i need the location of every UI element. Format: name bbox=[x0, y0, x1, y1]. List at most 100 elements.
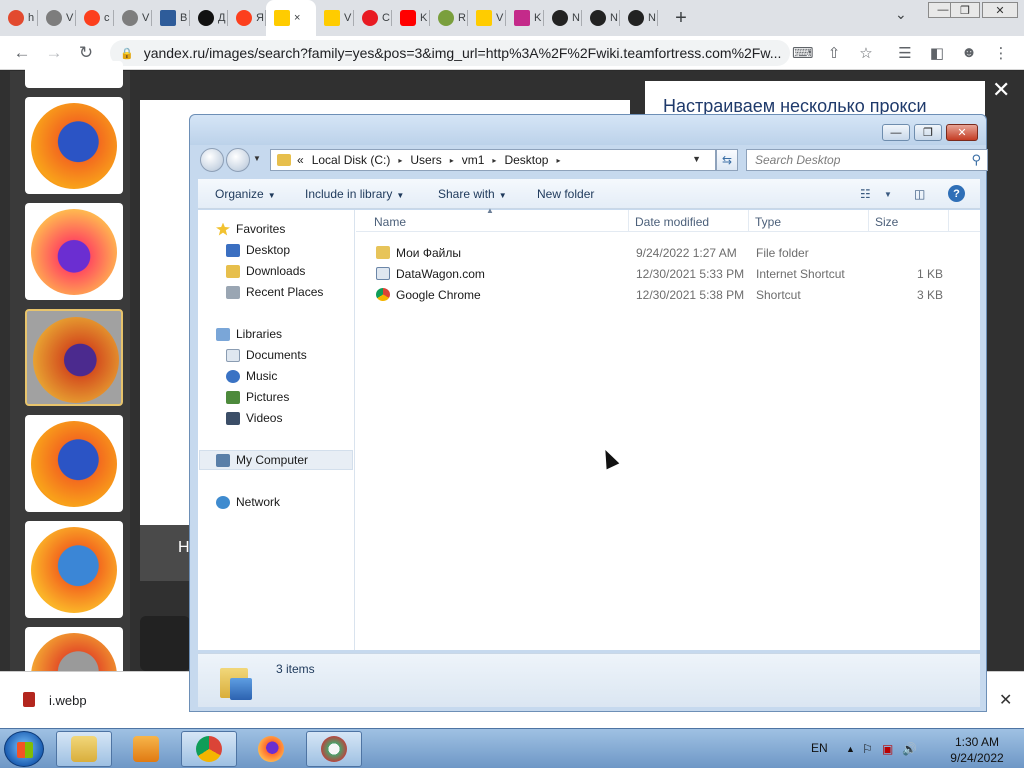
image-thumbnail[interactable] bbox=[25, 415, 123, 512]
start-button[interactable] bbox=[4, 731, 44, 767]
browser-tab[interactable]: h bbox=[0, 0, 38, 36]
reload-button[interactable]: ↻ bbox=[70, 43, 102, 63]
forward-arrow-icon[interactable] bbox=[226, 148, 250, 172]
browser-tab[interactable]: R bbox=[430, 0, 468, 36]
column-type[interactable]: Type bbox=[755, 215, 781, 229]
action-center-icon[interactable]: ⚐ bbox=[862, 742, 873, 756]
show-hidden-icons-icon[interactable]: ▲ bbox=[846, 744, 855, 754]
share-icon[interactable]: ⇧ bbox=[824, 44, 844, 62]
image-thumbnail[interactable] bbox=[25, 61, 123, 88]
browser-tab[interactable]: V bbox=[38, 0, 76, 36]
refresh-icon[interactable]: ⇆ bbox=[716, 149, 738, 171]
browser-tab[interactable]: N bbox=[544, 0, 582, 36]
breadcrumb-separator-icon[interactable]: ▸ bbox=[450, 156, 454, 165]
taskbar-explorer-button[interactable] bbox=[56, 731, 112, 767]
column-divider[interactable] bbox=[868, 210, 869, 232]
back-button[interactable]: ← bbox=[6, 43, 38, 63]
tab-search-button[interactable]: ⌄ bbox=[895, 6, 907, 23]
more-menu-icon[interactable]: ⋮ bbox=[991, 44, 1011, 62]
browser-tab-active[interactable]: × bbox=[266, 0, 316, 36]
image-thumbnail[interactable] bbox=[25, 203, 123, 300]
browser-tab[interactable]: B bbox=[152, 0, 190, 36]
nav-libraries[interactable]: Libraries bbox=[216, 324, 282, 344]
column-size[interactable]: Size bbox=[875, 215, 898, 229]
network-status-icon[interactable]: ▣ bbox=[882, 742, 893, 756]
nav-favorites[interactable]: Favorites bbox=[216, 219, 285, 239]
back-arrow-icon[interactable] bbox=[200, 148, 224, 172]
browser-tab[interactable]: Д bbox=[190, 0, 228, 36]
nav-pictures[interactable]: Pictures bbox=[226, 387, 289, 407]
window-close-button[interactable]: ✕ bbox=[946, 124, 978, 141]
profile-avatar-icon[interactable]: ☻ bbox=[959, 44, 979, 61]
browser-tab[interactable]: K bbox=[392, 0, 430, 36]
breadcrumb-desktop[interactable]: Desktop bbox=[504, 153, 548, 167]
share-with-button[interactable]: Share with ▼ bbox=[438, 187, 507, 201]
help-icon[interactable]: ? bbox=[948, 185, 965, 202]
nav-my-computer[interactable]: My Computer bbox=[199, 450, 353, 470]
taskbar-chrome-button[interactable] bbox=[181, 731, 237, 767]
browser-tab[interactable]: N bbox=[620, 0, 658, 36]
browser-tab[interactable]: Я bbox=[228, 0, 266, 36]
search-icon[interactable]: ⚲ bbox=[971, 152, 981, 168]
preview-pane-icon[interactable]: ◫ bbox=[914, 187, 925, 201]
browser-maximize-button[interactable]: ❐ bbox=[950, 2, 980, 18]
organize-button[interactable]: Organize ▼ bbox=[215, 187, 276, 201]
column-divider[interactable] bbox=[628, 210, 629, 232]
file-row[interactable]: Мои Файлы 9/24/2022 1:27 AM File folder bbox=[356, 242, 980, 263]
browser-close-button[interactable]: ✕ bbox=[982, 2, 1018, 18]
column-divider[interactable] bbox=[748, 210, 749, 232]
browser-tab[interactable]: V bbox=[114, 0, 152, 36]
nav-desktop[interactable]: Desktop bbox=[226, 240, 290, 260]
nav-music[interactable]: Music bbox=[226, 366, 277, 386]
media-control-icon[interactable]: ☰ bbox=[895, 44, 915, 62]
close-download-bar-button[interactable]: ✕ bbox=[999, 690, 1012, 710]
bookmark-star-icon[interactable]: ☆ bbox=[856, 44, 876, 62]
column-date-modified[interactable]: Date modified bbox=[635, 215, 709, 229]
nav-downloads[interactable]: Downloads bbox=[226, 261, 305, 281]
taskbar-media-player-button[interactable] bbox=[118, 731, 174, 767]
related-video-thumbnail[interactable] bbox=[140, 616, 190, 671]
window-minimize-button[interactable]: — bbox=[882, 124, 910, 141]
forward-button[interactable]: → bbox=[38, 43, 70, 63]
image-thumbnail[interactable] bbox=[25, 97, 123, 194]
new-folder-button[interactable]: New folder bbox=[537, 187, 594, 201]
nav-videos[interactable]: Videos bbox=[226, 408, 282, 428]
breadcrumb[interactable]: « Local Disk (C:) ▸ Users ▸ vm1 ▸ Deskto… bbox=[270, 149, 716, 171]
include-in-library-button[interactable]: Include in library ▼ bbox=[305, 187, 404, 201]
browser-tab[interactable]: K bbox=[506, 0, 544, 36]
browser-tab[interactable]: c bbox=[76, 0, 114, 36]
breadcrumb-separator-icon[interactable]: ▸ bbox=[492, 156, 496, 165]
breadcrumb-users[interactable]: Users bbox=[410, 153, 441, 167]
file-row[interactable]: DataWagon.com 12/30/2021 5:33 PM Interne… bbox=[356, 263, 980, 284]
download-file-name[interactable]: i.webp bbox=[49, 693, 87, 708]
translate-icon[interactable]: ⌨ bbox=[792, 44, 814, 62]
image-thumbnail[interactable] bbox=[25, 521, 123, 618]
browser-tab[interactable]: V bbox=[316, 0, 354, 36]
close-viewer-button[interactable]: ✕ bbox=[992, 77, 1010, 103]
nav-documents[interactable]: Documents bbox=[226, 345, 307, 365]
recent-pages-chevron-icon[interactable]: ▼ bbox=[253, 154, 261, 163]
browser-tab[interactable]: N bbox=[582, 0, 620, 36]
taskbar-firefox-button[interactable] bbox=[243, 731, 299, 767]
language-indicator[interactable]: EN bbox=[811, 741, 828, 755]
address-bar[interactable]: 🔒 yandex.ru/images/search?family=yes&pos… bbox=[110, 40, 790, 66]
tab-close-icon[interactable]: × bbox=[294, 12, 300, 24]
nav-network[interactable]: Network bbox=[216, 492, 280, 512]
browser-tab[interactable]: V bbox=[468, 0, 506, 36]
breadcrumb-vm1[interactable]: vm1 bbox=[462, 153, 485, 167]
new-tab-button[interactable]: + bbox=[666, 7, 696, 30]
breadcrumb-separator-icon[interactable]: ▸ bbox=[398, 156, 402, 165]
clock[interactable]: 1:30 AM 9/24/2022 bbox=[944, 734, 1010, 766]
change-view-icon[interactable]: ☷ bbox=[860, 187, 871, 201]
breadcrumb-separator-icon[interactable]: ▸ bbox=[556, 156, 560, 165]
column-divider[interactable] bbox=[948, 210, 949, 232]
column-name[interactable]: Name bbox=[374, 215, 406, 229]
breadcrumb-overflow[interactable]: « bbox=[297, 153, 304, 167]
image-thumbnail-selected[interactable] bbox=[25, 309, 123, 406]
browser-tab[interactable]: C bbox=[354, 0, 392, 36]
view-options-chevron-icon[interactable]: ▼ bbox=[884, 190, 892, 199]
taskbar-app-button[interactable] bbox=[306, 731, 362, 767]
breadcrumb-local-disk[interactable]: Local Disk (C:) bbox=[312, 153, 391, 167]
volume-icon[interactable]: 🔊 bbox=[902, 742, 917, 756]
address-history-chevron-icon[interactable]: ▼ bbox=[692, 154, 701, 164]
